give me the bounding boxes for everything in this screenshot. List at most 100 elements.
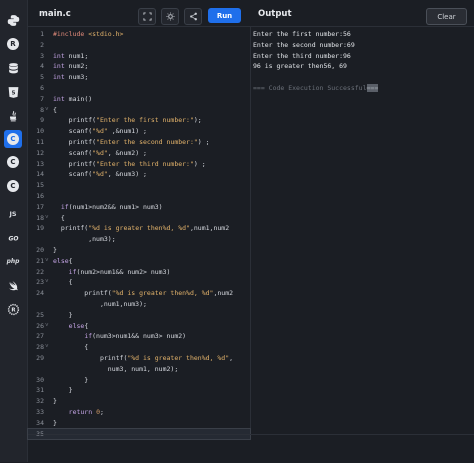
code-line[interactable]: 25 } [28, 310, 250, 320]
clear-button[interactable]: Clear [426, 8, 467, 25]
line-number: 31 [36, 386, 44, 395]
code-line[interactable]: 17 if(num1>num2&& num1> num3) [28, 202, 250, 212]
line-number: 28 [36, 343, 44, 352]
code-line[interactable]: 5 int num3; [28, 72, 250, 82]
fullscreen-button[interactable] [138, 8, 156, 25]
code-line[interactable]: 28 ˅ { [28, 342, 250, 352]
fullscreen-icon [142, 12, 152, 21]
code-line[interactable]: 1 #include <stdio.h> [28, 29, 250, 39]
code-line[interactable]: 18 ˅ { [28, 213, 250, 223]
line-number: 21 [36, 256, 44, 265]
sidebar-html5-button[interactable]: 5 [4, 83, 22, 101]
line-number: 18 [36, 213, 44, 222]
code-line[interactable]: 11 printf("Enter the second number:") ; [28, 137, 250, 147]
code-line[interactable]: 19 printf("%d is greater then%d, %d",num… [28, 223, 250, 233]
fold-chevron-icon[interactable]: ˅ [45, 277, 49, 287]
code-line[interactable]: 9 printf("Enter the first number:"); [28, 115, 250, 125]
line-number: 7 [40, 94, 44, 103]
code-line[interactable]: 32} [28, 396, 250, 406]
code-line[interactable]: 8 ˅ { [28, 105, 250, 115]
code-line[interactable]: 23 ˅ { [28, 277, 250, 287]
fold-chevron-icon[interactable]: ˅ [45, 256, 49, 266]
code-text: ,num3); [53, 235, 116, 244]
sidebar-python-button[interactable] [4, 11, 22, 29]
sidebar-r-button[interactable]: R [4, 35, 22, 53]
sidebar-javascript-button[interactable]: JS [4, 205, 22, 223]
theme-toggle-button[interactable] [161, 8, 179, 25]
javascript-icon: JS [9, 210, 17, 218]
sidebar-java-button[interactable] [4, 107, 22, 125]
sidebar-cpp-button[interactable]: C [4, 153, 22, 171]
code-line[interactable]: 24 printf("%d is greater then%d, %d",num… [28, 288, 250, 298]
sidebar-rust-button[interactable]: R [4, 300, 22, 318]
code-line[interactable]: 7 int main() [28, 94, 250, 104]
code-text: { [53, 343, 89, 352]
code-text: } [53, 386, 73, 395]
html5-icon: 5 [7, 86, 20, 99]
code-text: int num2; [53, 62, 89, 71]
fold-chevron-icon[interactable]: ˅ [45, 213, 49, 223]
line-number: 9 [40, 116, 44, 125]
code-line[interactable]: 26 ˅ else{ [28, 321, 250, 331]
code-line[interactable]: 15 [28, 180, 250, 190]
fold-chevron-icon[interactable]: ˅ [45, 321, 49, 331]
line-number: 20 [36, 246, 44, 254]
code-line[interactable]: 13 printf("Enter the third number:") ; [28, 159, 250, 169]
code-line[interactable]: 12 scanf("%d", &num2) ; [28, 148, 250, 158]
code-text: { [53, 278, 73, 287]
share-button[interactable] [184, 8, 202, 25]
line-number: 17 [36, 202, 44, 211]
fold-chevron-icon[interactable]: ˅ [45, 342, 49, 352]
code-text: if(num1>num2&& num1> num3) [60, 202, 163, 211]
sidebar-csharp-button[interactable]: C [4, 177, 22, 195]
line-number: 34 [36, 418, 44, 427]
code-line[interactable]: 14 scanf("%d", &num3) ; [28, 169, 250, 179]
sidebar-c-button[interactable]: C [4, 130, 22, 148]
code-line[interactable]: 22 if(num2>num1&& num2> num3) [28, 267, 250, 277]
code-text: { [53, 213, 65, 222]
code-text: } [53, 310, 73, 319]
sidebar-database-button[interactable] [4, 59, 22, 77]
php-icon: php [6, 257, 20, 265]
code-line[interactable]: 4 int num2; [28, 61, 250, 71]
code-line[interactable]: 21 ˅ else{ [28, 256, 250, 266]
compiler-app: R 5 C C C JS GO php R main.c Run Output Clear 1 #… [0, 0, 474, 462]
line-number: 33 [36, 408, 44, 416]
line-number: 22 [36, 267, 44, 276]
code-line[interactable]: 27 if(num3>num1&& num3> num2) [28, 331, 250, 341]
run-button[interactable]: Run [208, 8, 241, 23]
code-line[interactable]: num3, num1, num2); [28, 364, 250, 374]
code-line[interactable]: 29 printf("%d is greater then%d, %d", [28, 353, 250, 363]
code-line[interactable]: 20} [28, 245, 250, 255]
code-line[interactable]: ,num3); [28, 234, 250, 244]
code-line[interactable]: 33 return 0; [28, 407, 250, 417]
code-text: } [53, 397, 57, 406]
code-line[interactable]: 10 scanf("%d" ,&num1) ; [28, 126, 250, 136]
sidebar-php-button[interactable]: php [4, 252, 22, 270]
sidebar-swift-button[interactable] [4, 276, 22, 294]
line-number: 15 [36, 181, 44, 190]
svg-text:R: R [11, 307, 16, 313]
cpp-icon: C [7, 156, 19, 168]
fold-chevron-icon[interactable]: ˅ [45, 105, 49, 115]
code-line[interactable]: 31 } [28, 385, 250, 395]
code-line[interactable]: 34} [28, 418, 250, 428]
code-line[interactable]: 30 } [28, 375, 250, 385]
java-icon [7, 110, 20, 123]
line-number: 29 [36, 354, 44, 362]
sidebar-go-button[interactable]: GO [4, 229, 22, 247]
bottom-area [28, 434, 474, 463]
code-text: int num1; [53, 51, 89, 60]
code-line[interactable]: 2 [28, 40, 250, 50]
file-tab[interactable]: main.c [39, 9, 71, 19]
code-line[interactable]: 16 [28, 191, 250, 201]
code-text: if(num3>num1&& num3> num2) [84, 332, 187, 341]
code-text: printf("%d is greater then%d, %d", [53, 354, 234, 362]
svg-text:GO: GO [8, 235, 18, 242]
code-text: printf("Enter the third number:") ; [53, 159, 206, 168]
line-number: 16 [36, 192, 44, 200]
code-line[interactable]: ,num1,num3); [28, 299, 250, 309]
code-line[interactable]: 6 [28, 83, 250, 93]
code-line[interactable]: 3 int num1; [28, 51, 250, 61]
code-editor[interactable]: 1 #include <stdio.h> 2 3 int num1; 4 int num2;… [27, 26, 251, 440]
